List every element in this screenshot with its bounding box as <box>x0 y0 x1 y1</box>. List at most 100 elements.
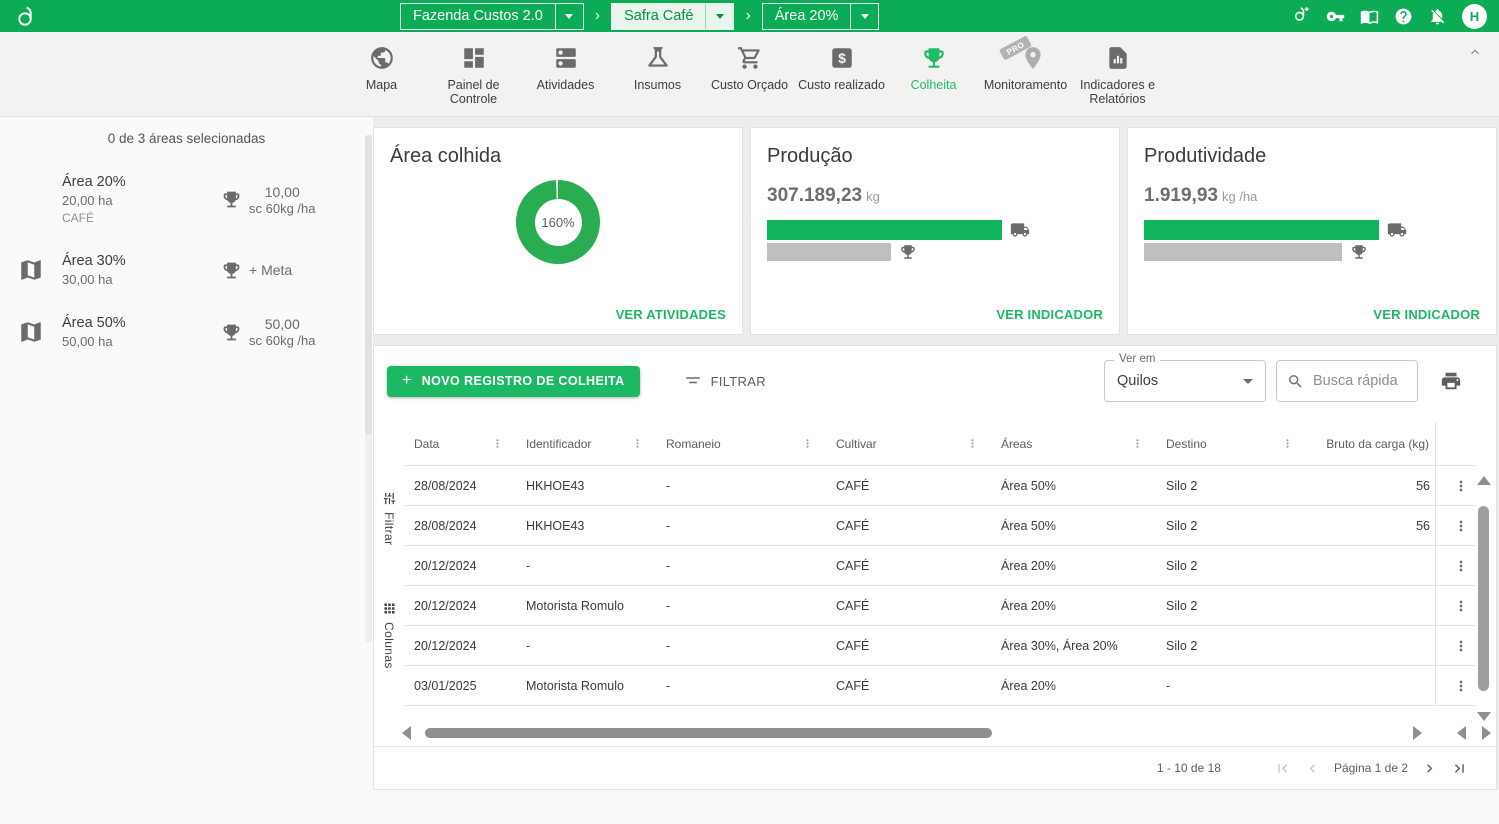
column-header-destino: Destino <box>1166 437 1207 451</box>
scroll-right-arrow[interactable] <box>1413 726 1422 740</box>
new-harvest-record-button[interactable]: + NOVO REGISTRO DE COLHEITA <box>387 366 640 397</box>
cell-destino: Silo 2 <box>1156 546 1306 585</box>
area-name: Área 20% <box>62 174 221 190</box>
cell-destino: - <box>1156 666 1306 705</box>
cell-romaneio: - <box>656 546 826 585</box>
ver-indicador-link[interactable]: VER INDICADOR <box>1373 307 1480 322</box>
pinned-column-scroll[interactable] <box>1457 725 1491 741</box>
last-page-button[interactable] <box>1451 760 1468 777</box>
card-title: Produtividade <box>1144 145 1480 168</box>
row-menu-button[interactable] <box>1436 666 1476 705</box>
list-item-area-50[interactable]: Área 50% 50,00 ha 50,00 sc 60kg /ha <box>0 315 373 349</box>
row-menu-button[interactable] <box>1436 506 1476 545</box>
cell-bruto: 56 <box>1306 506 1436 545</box>
quick-search <box>1276 360 1418 402</box>
nav-label: Atividades <box>537 78 595 92</box>
nav-item-custo-orcado[interactable]: Custo Orçado <box>706 45 793 92</box>
nav-item-painel-de-controle[interactable]: Painel de Controle <box>430 45 517 107</box>
row-menu-button[interactable] <box>1436 466 1476 505</box>
view-in-select[interactable]: Ver em Quilos <box>1104 360 1266 402</box>
card-produtividade: Produtividade 1.919,93kg /ha <box>1127 127 1497 335</box>
column-header-romaneio: Romaneio <box>666 437 721 451</box>
more-vert-icon <box>1453 638 1469 654</box>
add-goal-button[interactable]: + Meta <box>249 262 292 278</box>
book-icon[interactable] <box>1360 7 1379 26</box>
help-icon[interactable] <box>1394 7 1413 26</box>
table-row[interactable]: 03/01/2025 Motorista Romulo - CAFÉ Área … <box>404 666 1476 706</box>
scroll-left-arrow[interactable] <box>402 726 411 740</box>
column-menu-icon[interactable] <box>491 437 504 450</box>
area-selector[interactable]: Área 20% <box>762 3 880 30</box>
nav-label: Custo realizado <box>798 78 885 92</box>
row-menu-button[interactable] <box>1436 586 1476 625</box>
list-stack-icon <box>553 45 579 71</box>
nav-item-monitoramento[interactable]: PRO Monitoramento <box>982 45 1069 92</box>
scroll-right-arrow[interactable] <box>1482 726 1491 740</box>
filter-button[interactable]: FILTRAR <box>684 372 766 390</box>
tab-filtrar[interactable]: Filtrar <box>377 491 401 545</box>
cell-cultivar: CAFÉ <box>826 586 991 625</box>
table-row[interactable]: 28/08/2024 HKHOE43 - CAFÉ Área 50% Silo … <box>404 506 1476 546</box>
cell-cultivar: CAFÉ <box>826 666 991 705</box>
main-area: Área colhida 160% VER ATIVIDADES Produçã… <box>373 117 1499 824</box>
table-horizontal-scrollbar[interactable] <box>402 725 1422 741</box>
column-menu-icon[interactable] <box>631 437 644 450</box>
aegro-logo-icon[interactable] <box>14 4 38 28</box>
actual-bar <box>1144 220 1379 240</box>
user-avatar[interactable]: H <box>1462 4 1487 29</box>
list-item-area-30[interactable]: Área 30% 30,00 ha + Meta <box>0 253 373 287</box>
row-menu-button[interactable] <box>1436 546 1476 585</box>
next-page-button[interactable] <box>1421 760 1438 777</box>
list-item-area-20[interactable]: Área 20% 20,00 ha CAFÉ 10,00 sc 60kg /ha <box>0 174 373 225</box>
sidebar-scrollbar-thumb[interactable] <box>365 135 372 435</box>
cell-areas: Área 50% <box>991 506 1156 545</box>
scroll-up-arrow[interactable] <box>1477 476 1491 485</box>
ver-atividades-link[interactable]: VER ATIVIDADES <box>616 307 726 322</box>
nav-item-insumos[interactable]: Insumos <box>614 45 701 92</box>
goal-value: 10,00 <box>249 184 316 200</box>
farm-selector[interactable]: Fazenda Custos 2.0 <box>400 3 584 30</box>
notifications-off-icon[interactable] <box>1428 7 1447 26</box>
column-menu-icon[interactable] <box>801 437 814 450</box>
table-row[interactable]: 20/12/2024 - - CAFÉ Área 30%, Área 20% S… <box>404 626 1476 666</box>
scroll-left-arrow[interactable] <box>1457 726 1466 740</box>
scroll-down-arrow[interactable] <box>1477 712 1491 721</box>
first-page-button[interactable] <box>1274 760 1291 777</box>
nav-item-indicadores-relatorios[interactable]: Indicadores e Relatórios <box>1074 45 1161 107</box>
column-menu-icon[interactable] <box>1131 437 1144 450</box>
invite-icon[interactable] <box>1292 4 1311 28</box>
nav-item-atividades[interactable]: Atividades <box>522 45 609 92</box>
collapse-nav-icon[interactable] <box>1467 44 1483 65</box>
cell-destino: Silo 2 <box>1156 586 1306 625</box>
table-row[interactable]: 20/12/2024 Motorista Romulo - CAFÉ Área … <box>404 586 1476 626</box>
tab-colunas[interactable]: Colunas <box>377 601 401 669</box>
search-input[interactable] <box>1311 372 1407 390</box>
top-actions: H <box>1292 4 1487 29</box>
nav-item-colheita[interactable]: Colheita <box>890 45 977 92</box>
key-icon[interactable] <box>1326 7 1345 26</box>
table-vertical-scrollbar[interactable] <box>1476 476 1491 721</box>
farm-selector-caret[interactable] <box>555 4 583 29</box>
cell-areas: Área 50% <box>991 466 1156 505</box>
season-selector[interactable]: Safra Café <box>611 3 734 30</box>
card-title: Área colhida <box>390 145 726 168</box>
column-menu-icon[interactable] <box>966 437 979 450</box>
print-button[interactable] <box>1440 370 1462 392</box>
nav-label: Indicadores e Relatórios <box>1074 78 1161 107</box>
row-menu-button[interactable] <box>1436 626 1476 665</box>
area-selector-caret[interactable] <box>850 4 878 29</box>
table-header-row: Data Identificador Romaneio Cultivar Áre… <box>404 422 1476 466</box>
trophy-icon <box>921 45 947 71</box>
sidebar-scrollbar[interactable] <box>365 135 372 643</box>
ver-indicador-link[interactable]: VER INDICADOR <box>996 307 1103 322</box>
previous-page-button[interactable] <box>1304 760 1321 777</box>
nav-item-mapa[interactable]: Mapa <box>338 45 425 92</box>
table-row[interactable]: 28/08/2024 HKHOE43 - CAFÉ Área 50% Silo … <box>404 466 1476 506</box>
vertical-scroll-thumb[interactable] <box>1478 506 1489 691</box>
table-row[interactable]: 20/12/2024 - - CAFÉ Área 20% Silo 2 <box>404 546 1476 586</box>
season-selector-caret[interactable] <box>705 4 733 29</box>
column-menu-icon[interactable] <box>1281 437 1294 450</box>
card-title: Produção <box>767 145 1103 168</box>
nav-item-custo-realizado[interactable]: $ Custo realizado <box>798 45 885 92</box>
horizontal-scroll-thumb[interactable] <box>425 728 992 738</box>
